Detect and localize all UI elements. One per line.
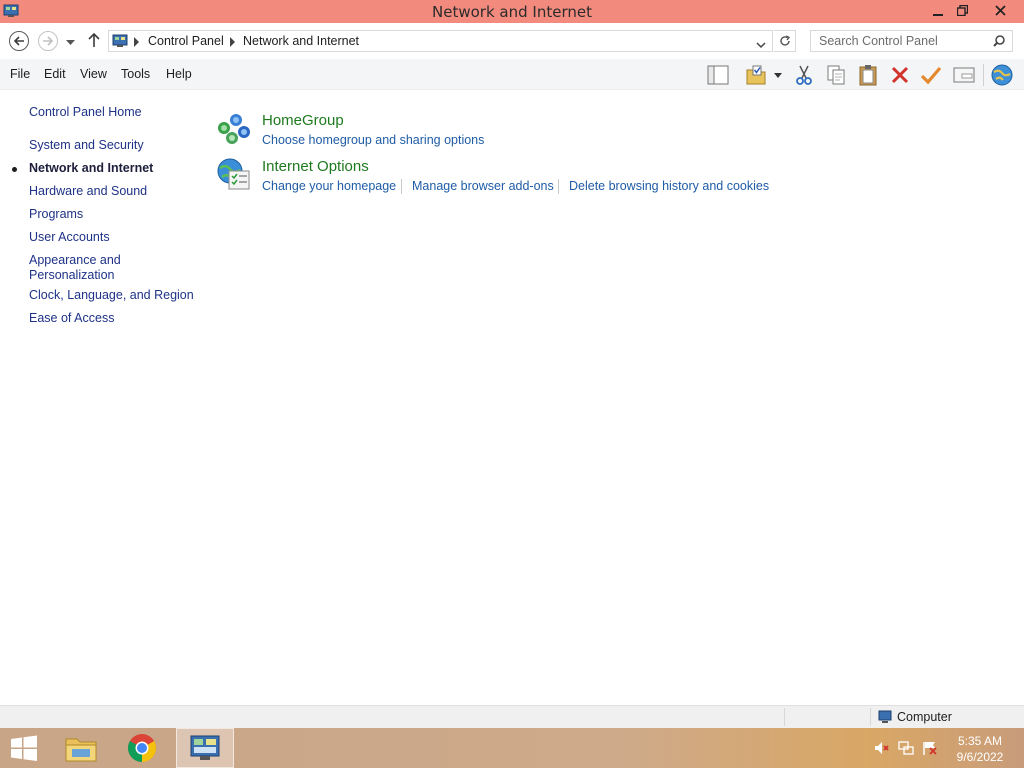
category-homegroup: HomeGroup Choose homegroup and sharing o… xyxy=(216,112,616,148)
globe-icon[interactable] xyxy=(990,63,1014,87)
up-button[interactable] xyxy=(87,32,101,51)
search-input[interactable] xyxy=(811,31,989,51)
menu-help[interactable]: Help xyxy=(166,67,192,81)
status-bar: Computer xyxy=(0,705,1024,728)
control-panel-taskbar-button[interactable] xyxy=(176,728,234,768)
nav-appearance-line-1[interactable]: Appearance and xyxy=(29,253,121,268)
cut-icon[interactable] xyxy=(792,63,816,87)
computer-icon xyxy=(877,710,893,727)
address-bar[interactable]: Control Panel Network and Internet xyxy=(108,30,773,52)
restore-button[interactable] xyxy=(948,0,976,21)
window-title: Network and Internet xyxy=(432,3,592,21)
search-icon[interactable] xyxy=(993,35,1005,50)
homegroup-title-link[interactable]: HomeGroup xyxy=(262,112,344,129)
refresh-icon xyxy=(779,35,790,46)
current-page-bullet xyxy=(12,167,17,172)
views-dropdown-button[interactable] xyxy=(770,63,786,87)
control-panel-icon xyxy=(112,33,128,49)
copy-icon[interactable] xyxy=(824,63,848,87)
chevron-down-icon xyxy=(774,72,782,78)
close-button[interactable] xyxy=(985,0,1015,21)
chevron-down-icon xyxy=(66,40,75,45)
system-clock[interactable]: 5:35 AM 9/6/2022 xyxy=(945,733,1015,765)
internet-options-icon[interactable] xyxy=(216,158,252,194)
nav-clock-language-region[interactable]: Clock, Language, and Region xyxy=(29,288,194,303)
layout-icon[interactable] xyxy=(706,63,730,87)
chevron-down-icon xyxy=(756,42,766,49)
nav-appearance-line-2[interactable]: Personalization xyxy=(29,268,114,283)
clock-time: 5:35 AM xyxy=(957,734,1003,748)
arrow-right-icon xyxy=(43,36,54,46)
menu-view[interactable]: View xyxy=(80,67,107,81)
file-explorer-icon[interactable] xyxy=(57,728,105,768)
action-center-icon[interactable] xyxy=(922,740,938,756)
paste-icon[interactable] xyxy=(856,63,880,87)
refresh-button[interactable] xyxy=(774,30,796,52)
address-dropdown-button[interactable] xyxy=(756,38,766,52)
menu-file[interactable]: File xyxy=(10,67,30,81)
chrome-icon[interactable] xyxy=(118,728,166,768)
toolbar-divider xyxy=(983,64,984,86)
checkmark-icon[interactable] xyxy=(919,63,943,87)
nav-ease-of-access[interactable]: Ease of Access xyxy=(29,311,114,326)
taskbar: 5:35 AM 9/6/2022 xyxy=(0,728,1024,768)
category-internet-options: Internet Options Change your homepage Ma… xyxy=(216,158,776,194)
task-change-homepage[interactable]: Change your homepage xyxy=(262,179,396,193)
chevron-right-icon[interactable] xyxy=(230,36,236,47)
delete-icon[interactable] xyxy=(888,63,912,87)
menu-edit[interactable]: Edit xyxy=(44,67,66,81)
status-divider xyxy=(784,708,785,726)
title-bar: Network and Internet xyxy=(0,0,1024,23)
homegroup-icon[interactable] xyxy=(216,112,252,148)
nav-network-and-internet[interactable]: Network and Internet xyxy=(29,161,153,176)
control-panel-icon xyxy=(190,735,220,760)
arrow-left-icon xyxy=(13,36,24,46)
nav-control-panel-home[interactable]: Control Panel Home xyxy=(29,105,142,120)
properties-icon[interactable] xyxy=(952,63,976,87)
breadcrumb-control-panel[interactable]: Control Panel xyxy=(148,34,224,48)
status-divider xyxy=(870,708,871,726)
navigation-bar: Control Panel Network and Internet xyxy=(0,23,1024,59)
task-choose-homegroup[interactable]: Choose homegroup and sharing options xyxy=(262,133,484,147)
task-divider xyxy=(558,179,559,194)
security-zone-label: Computer xyxy=(897,710,952,724)
recent-locations-button[interactable] xyxy=(66,35,75,49)
network-icon[interactable] xyxy=(898,740,914,756)
volume-muted-icon[interactable] xyxy=(874,740,890,756)
left-navigation-pane: Control Panel Home System and Security N… xyxy=(0,90,205,705)
nav-user-accounts[interactable]: User Accounts xyxy=(29,230,110,245)
folder-check-icon[interactable] xyxy=(744,63,768,87)
task-delete-browsing-history[interactable]: Delete browsing history and cookies xyxy=(569,179,769,193)
chevron-right-icon[interactable] xyxy=(134,36,140,47)
internet-options-title-link[interactable]: Internet Options xyxy=(262,158,369,175)
forward-button[interactable] xyxy=(38,31,58,51)
menu-tools[interactable]: Tools xyxy=(121,67,150,81)
breadcrumb-network-and-internet[interactable]: Network and Internet xyxy=(243,34,359,48)
menu-bar: File Edit View Tools Help xyxy=(0,59,1024,90)
search-box[interactable] xyxy=(810,30,1013,52)
arrow-up-icon xyxy=(88,32,100,47)
windows-start-icon[interactable] xyxy=(0,728,48,768)
task-manage-addons[interactable]: Manage browser add-ons xyxy=(412,179,554,193)
back-button[interactable] xyxy=(9,31,29,51)
nav-programs[interactable]: Programs xyxy=(29,207,83,222)
clock-date: 9/6/2022 xyxy=(956,750,1004,764)
nav-system-and-security[interactable]: System and Security xyxy=(29,138,144,153)
task-divider xyxy=(401,179,402,194)
nav-hardware-and-sound[interactable]: Hardware and Sound xyxy=(29,184,147,199)
